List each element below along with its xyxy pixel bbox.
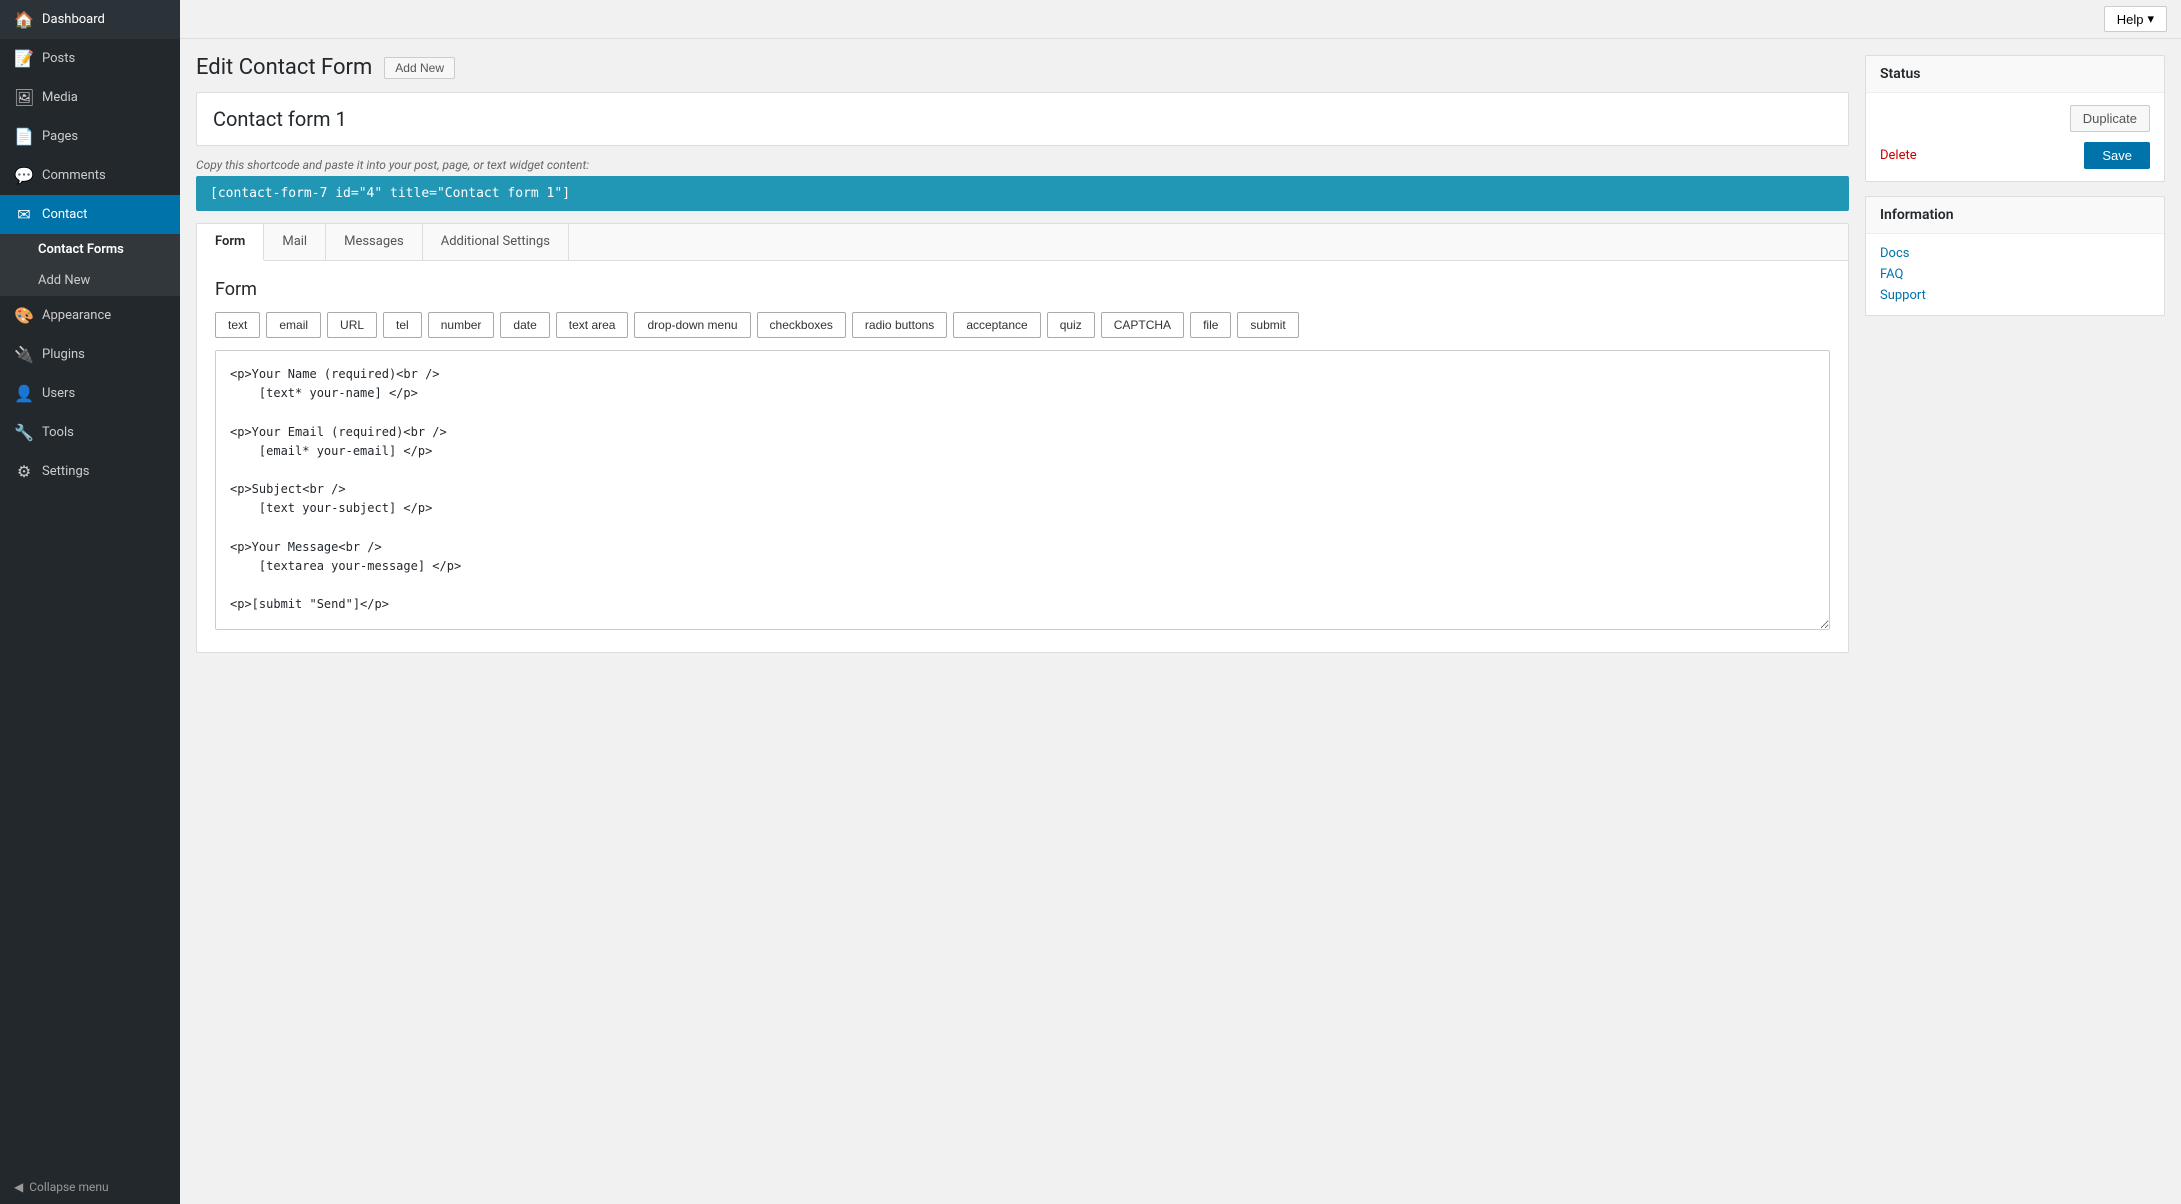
tab-content: Form textemailURLtelnumberdate text aread…: [197, 261, 1848, 652]
help-button[interactable]: Help ▾: [2104, 6, 2167, 32]
sidebar-item-label: Appearance: [42, 308, 111, 323]
plugins-icon: 🔌: [14, 345, 34, 364]
contact-icon: ✉: [14, 205, 34, 224]
sidebar-item-plugins[interactable]: 🔌 Plugins: [0, 335, 180, 374]
sidebar-item-users[interactable]: 👤 Users: [0, 374, 180, 413]
sidebar-item-pages[interactable]: 📄 Pages: [0, 117, 180, 156]
sidebar-item-label: Tools: [42, 425, 74, 440]
delete-link[interactable]: Delete: [1880, 148, 1917, 163]
info-link-docs[interactable]: Docs: [1880, 246, 2150, 261]
sidebar-item-label: Comments: [42, 168, 106, 183]
page-title-row: Edit Contact Form Add New: [196, 55, 1849, 80]
sidebar-item-label: Pages: [42, 129, 78, 144]
posts-icon: 📝: [14, 49, 34, 68]
content-area: Edit Contact Form Add New Contact form 1…: [180, 39, 2181, 1204]
shortcode-description: Copy this shortcode and paste it into yo…: [196, 158, 1849, 172]
media-icon: 🖼: [14, 88, 34, 107]
field-btn-file[interactable]: file: [1190, 312, 1231, 338]
field-btn-radio-buttons[interactable]: radio buttons: [852, 312, 947, 338]
collapse-menu[interactable]: ◀ Collapse menu: [0, 1170, 180, 1204]
appearance-icon: 🎨: [14, 306, 34, 325]
collapse-label: Collapse menu: [29, 1180, 108, 1194]
save-button[interactable]: Save: [2084, 142, 2150, 169]
side-panel: Status Duplicate Delete Save Information…: [1865, 55, 2165, 1188]
field-btn-email[interactable]: email: [266, 312, 321, 338]
tab-additional-settings[interactable]: Additional Settings: [423, 224, 569, 260]
info-link-faq[interactable]: FAQ: [1880, 267, 2150, 282]
users-icon: 👤: [14, 384, 34, 403]
help-label: Help: [2117, 12, 2144, 27]
field-btn-captcha[interactable]: CAPTCHA: [1101, 312, 1184, 338]
main-area: Help ▾ Edit Contact Form Add New Contact…: [180, 0, 2181, 1204]
settings-icon: ⚙: [14, 462, 34, 481]
tab-mail[interactable]: Mail: [264, 224, 326, 260]
tabs-container: FormMailMessagesAdditional Settings Form…: [196, 223, 1849, 653]
sidebar-item-label: Users: [42, 386, 75, 401]
sidebar-item-settings[interactable]: ⚙ Settings: [0, 452, 180, 491]
add-new-button[interactable]: Add New: [384, 57, 455, 79]
field-btn-quiz[interactable]: quiz: [1047, 312, 1095, 338]
sidebar-item-label: Posts: [42, 51, 75, 66]
sidebar-item-label: Contact: [42, 207, 87, 222]
status-box-content: Duplicate Delete Save: [1866, 93, 2164, 181]
tabs-header: FormMailMessagesAdditional Settings: [197, 224, 1848, 261]
field-btn-checkboxes[interactable]: checkboxes: [757, 312, 846, 338]
tab-messages[interactable]: Messages: [326, 224, 423, 260]
sidebar-item-media[interactable]: 🖼 Media: [0, 78, 180, 117]
field-btn-text-area[interactable]: text area: [556, 312, 629, 338]
shortcode-box[interactable]: [contact-form-7 id="4" title="Contact fo…: [196, 176, 1849, 211]
form-section-title: Form: [215, 279, 1830, 300]
sidebar-item-label: Dashboard: [42, 12, 105, 27]
sidebar: 🏠 Dashboard 📝 Posts 🖼 Media 📄 Pages 💬 Comments ✉ Co…: [0, 0, 180, 1204]
sidebar-sub-contact-forms[interactable]: Contact Forms: [0, 234, 180, 265]
tab-form[interactable]: Form: [197, 224, 264, 261]
delete-save-row: Delete Save: [1880, 142, 2150, 169]
comments-icon: 💬: [14, 166, 34, 185]
information-box: Information Docs FAQ Support: [1865, 196, 2165, 316]
pages-icon: 📄: [14, 127, 34, 146]
field-btn-submit[interactable]: submit: [1237, 312, 1298, 338]
sidebar-item-label: Media: [42, 90, 78, 105]
info-links: Docs FAQ Support: [1866, 234, 2164, 315]
form-code-textarea[interactable]: [215, 350, 1830, 630]
status-box-title: Status: [1866, 56, 2164, 93]
status-box: Status Duplicate Delete Save: [1865, 55, 2165, 182]
main-panel: Edit Contact Form Add New Contact form 1…: [196, 55, 1849, 1188]
info-link-support[interactable]: Support: [1880, 288, 2150, 303]
field-btn-tel[interactable]: tel: [383, 312, 422, 338]
sidebar-item-label: Plugins: [42, 347, 85, 362]
field-btn-date[interactable]: date: [500, 312, 549, 338]
tools-icon: 🔧: [14, 423, 34, 442]
topbar: Help ▾: [180, 0, 2181, 39]
sidebar-item-contact[interactable]: ✉ Contact: [0, 195, 180, 234]
field-btn-text[interactable]: text: [215, 312, 260, 338]
sidebar-item-dashboard[interactable]: 🏠 Dashboard: [0, 0, 180, 39]
sidebar-item-tools[interactable]: 🔧 Tools: [0, 413, 180, 452]
sidebar-item-appearance[interactable]: 🎨 Appearance: [0, 296, 180, 335]
page-title: Edit Contact Form: [196, 55, 372, 80]
duplicate-button[interactable]: Duplicate: [2070, 105, 2150, 132]
sidebar-item-label: Settings: [42, 464, 89, 479]
help-arrow: ▾: [2147, 11, 2154, 27]
field-buttons: textemailURLtelnumberdate text areadrop-d…: [215, 312, 1830, 338]
form-name-display: Contact form 1: [196, 92, 1849, 146]
sidebar-item-posts[interactable]: 📝 Posts: [0, 39, 180, 78]
field-btn-url[interactable]: URL: [327, 312, 377, 338]
field-btn-acceptance[interactable]: acceptance: [953, 312, 1040, 338]
information-box-title: Information: [1866, 197, 2164, 234]
dashboard-icon: 🏠: [14, 10, 34, 29]
collapse-icon: ◀: [14, 1180, 23, 1194]
field-btn-drop-down-menu[interactable]: drop-down menu: [634, 312, 750, 338]
sidebar-item-comments[interactable]: 💬 Comments: [0, 156, 180, 195]
field-btn-number[interactable]: number: [428, 312, 495, 338]
shortcode-area: Copy this shortcode and paste it into yo…: [196, 158, 1849, 211]
sidebar-sub-add-new[interactable]: Add New: [0, 265, 180, 296]
